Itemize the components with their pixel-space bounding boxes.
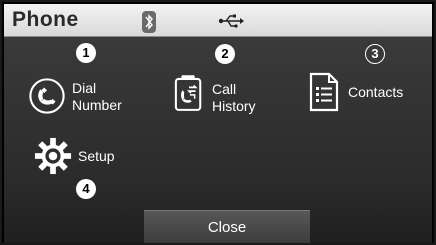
- contacts-button[interactable]: Contacts: [308, 72, 428, 116]
- gear-icon: [34, 137, 72, 175]
- usb-icon: [218, 14, 244, 28]
- callout-number-1: 1: [76, 43, 96, 63]
- dial-number-button[interactable]: Dial Number: [28, 77, 148, 121]
- contacts-document-icon: [309, 72, 339, 112]
- setup-label: Setup: [78, 148, 115, 164]
- close-button[interactable]: Close: [144, 210, 310, 243]
- title-bar: Phone: [4, 4, 432, 37]
- contacts-label: Contacts: [348, 84, 404, 100]
- call-history-button[interactable]: Call History: [174, 73, 294, 119]
- callout-number-3: 3: [365, 44, 385, 64]
- phone-screen: Phone Dial Number 1 Call History 2 Conta…: [0, 0, 436, 245]
- call-history-label-line1: Call: [212, 81, 237, 97]
- page-title: Phone: [12, 8, 79, 31]
- call-history-icon: [174, 75, 202, 111]
- setup-button[interactable]: Setup: [34, 137, 144, 175]
- call-history-label-line2: History: [212, 98, 256, 114]
- dial-number-label-line1: Dial: [72, 80, 97, 96]
- callout-number-4: 4: [76, 179, 96, 199]
- phone-handset-icon: [29, 78, 65, 114]
- bluetooth-icon: [142, 11, 156, 33]
- dial-number-label-line2: Number: [72, 97, 122, 113]
- callout-number-2: 2: [215, 44, 235, 64]
